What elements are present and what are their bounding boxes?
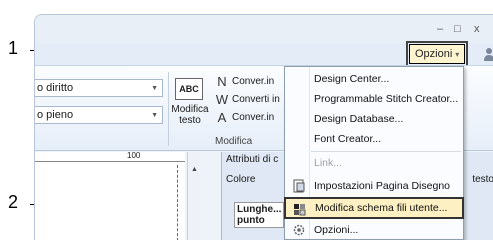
menu-item-link[interactable]: Link... [285,153,463,173]
menu-item-label: Design Center... [314,73,390,85]
menu-item-label: Impostazioni Pagina Disegno [314,180,450,192]
abc-text-icon[interactable]: ABC [175,78,203,100]
convert-row-2[interactable]: W Converti in [215,92,280,107]
menu-item-label: Font Creator... [314,133,382,145]
horizontal-ruler: 100 [35,151,185,162]
ribbon-group-separator [168,72,169,146]
options-button-label: Opzioni [415,48,453,60]
ruler-label: 100 [127,151,141,160]
menu-item-programmable-stitch-creator[interactable]: Programmable Stitch Creator... [285,89,463,109]
menu-item-label: Programmable Stitch Creator... [314,93,459,105]
combo-1-value: o diritto [37,82,74,94]
design-canvas[interactable] [35,162,185,240]
combo-2-value: o pieno [37,109,74,121]
outline-a-icon: A [217,110,227,125]
page-setup-icon [293,179,305,193]
page-boundary-line [177,165,178,240]
menu-item-label: Opzioni... [314,224,359,236]
close-button[interactable]: x [474,23,480,35]
scroll-up-icon[interactable]: ▲ [191,166,198,173]
chevron-down-icon: ▼ [151,112,158,119]
minimize-button[interactable]: – [437,23,443,35]
options-dropdown-menu: Design Center... Programmable Stitch Cre… [284,66,464,240]
menu-item-font-creator[interactable]: Font Creator... [285,129,463,149]
user-icon[interactable] [483,47,493,61]
outline-n-icon: N [217,74,227,89]
convert-label-2: Converti in [232,94,280,105]
convert-label-3: Conver.in [232,112,275,123]
attributes-panel-title: Attributi di c [226,154,279,165]
stitch-type-combo-2[interactable]: o pieno ▼ [35,106,163,124]
convert-label-1: Conver.in [232,76,275,87]
convert-row-1[interactable]: N Conver.in [215,74,274,89]
menu-item-design-database[interactable]: Design Database... [285,109,463,129]
stitch-type-combo-1[interactable]: o diritto ▼ [35,79,163,97]
convert-row-3[interactable]: A Conver.in [215,110,275,125]
title-bar: – □ x [35,15,493,43]
menu-item-label: Modifica schema fili utente... [315,202,448,214]
menu-item-page-setup[interactable]: Impostazioni Pagina Disegno [285,176,463,196]
stitch-length-field[interactable]: Lunghe... punto [234,202,284,228]
callout-number-2: 2 [8,192,19,212]
color-tab-label: Colore [226,174,256,185]
menu-item-label: Link... [314,157,343,169]
stitch-w-icon: W [215,92,229,107]
ribbon-group-label: Modifica [215,136,253,147]
menu-item-label: Design Database... [314,113,404,125]
color-tab[interactable]: Colore [226,174,255,185]
chevron-down-icon: ▼ [151,85,158,92]
gear-icon [293,224,305,236]
edit-text-button[interactable]: Modifica testo [171,104,209,126]
maximize-button[interactable]: □ [454,23,461,35]
callout-number-1: 1 [8,38,19,58]
menu-separator [311,151,461,152]
menu-item-edit-user-thread-chart[interactable]: Modifica schema fili utente... [284,197,464,219]
vertical-scrollbar[interactable]: ▲ [187,152,200,240]
text-tab[interactable]: testo [472,174,493,185]
menu-item-options[interactable]: Opzioni... [285,220,463,240]
menu-item-design-center[interactable]: Design Center... [285,69,463,89]
ribbon-tab-strip: Opzioni ▾ [35,41,493,67]
thread-chart-icon [294,204,306,216]
options-button[interactable]: Opzioni ▾ [405,41,469,67]
chevron-down-icon: ▾ [455,49,460,59]
